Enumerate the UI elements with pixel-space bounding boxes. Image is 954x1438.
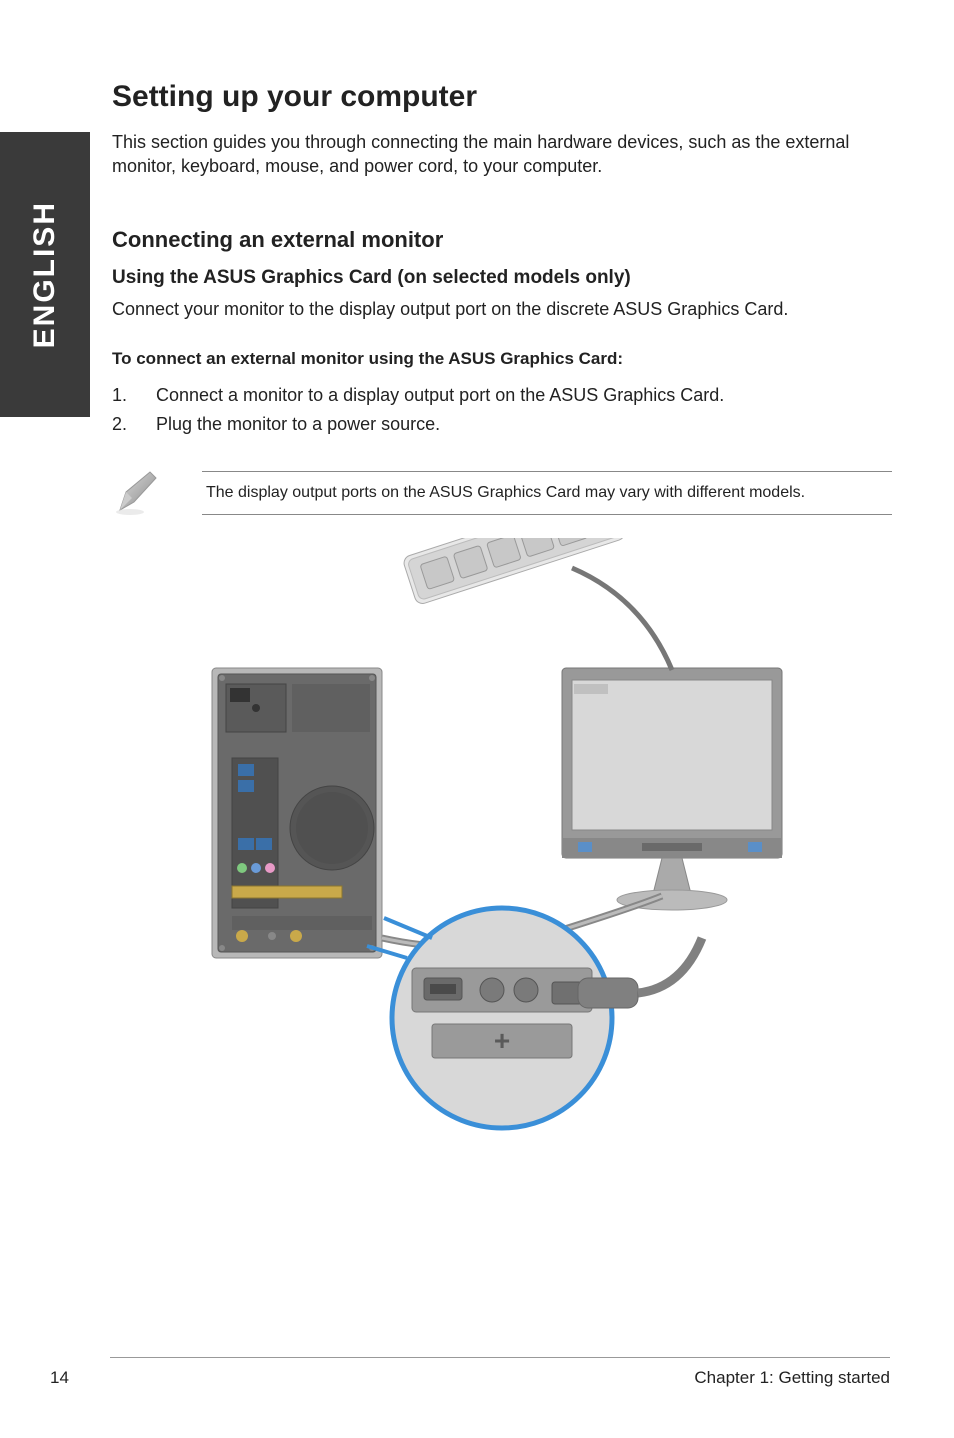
connection-diagram: +	[112, 538, 892, 1138]
note-callout: The display output ports on the ASUS Gra…	[112, 468, 892, 518]
note-body: The display output ports on the ASUS Gra…	[202, 471, 892, 515]
step-item: 1. Connect a monitor to a display output…	[112, 381, 892, 410]
pencil-note-icon	[112, 468, 162, 518]
procedure-title: To connect an external monitor using the…	[112, 349, 892, 369]
step-text: Connect a monitor to a display output po…	[156, 381, 724, 410]
steps-list: 1. Connect a monitor to a display output…	[112, 381, 892, 439]
page-content: Setting up your computer This section gu…	[112, 80, 892, 1138]
page-title: Setting up your computer	[112, 80, 892, 114]
note-text: The display output ports on the ASUS Gra…	[202, 472, 892, 514]
step-item: 2. Plug the monitor to a power source.	[112, 410, 892, 439]
svg-text:+: +	[494, 1025, 510, 1056]
chapter-label: Chapter 1: Getting started	[694, 1368, 890, 1388]
subsection-heading: Using the ASUS Graphics Card (on selecte…	[112, 267, 892, 289]
page-footer: 14 Chapter 1: Getting started	[50, 1357, 890, 1388]
page-number: 14	[50, 1368, 69, 1388]
step-number: 1.	[112, 381, 156, 410]
footer-divider	[110, 1357, 890, 1358]
intro-paragraph: This section guides you through connecti…	[112, 130, 892, 179]
language-side-tab: ENGLISH	[0, 132, 90, 417]
step-number: 2.	[112, 410, 156, 439]
divider	[202, 514, 892, 515]
subsection-intro: Connect your monitor to the display outp…	[112, 297, 892, 321]
section-heading: Connecting an external monitor	[112, 227, 892, 253]
step-text: Plug the monitor to a power source.	[156, 410, 440, 439]
language-label: ENGLISH	[28, 201, 62, 348]
